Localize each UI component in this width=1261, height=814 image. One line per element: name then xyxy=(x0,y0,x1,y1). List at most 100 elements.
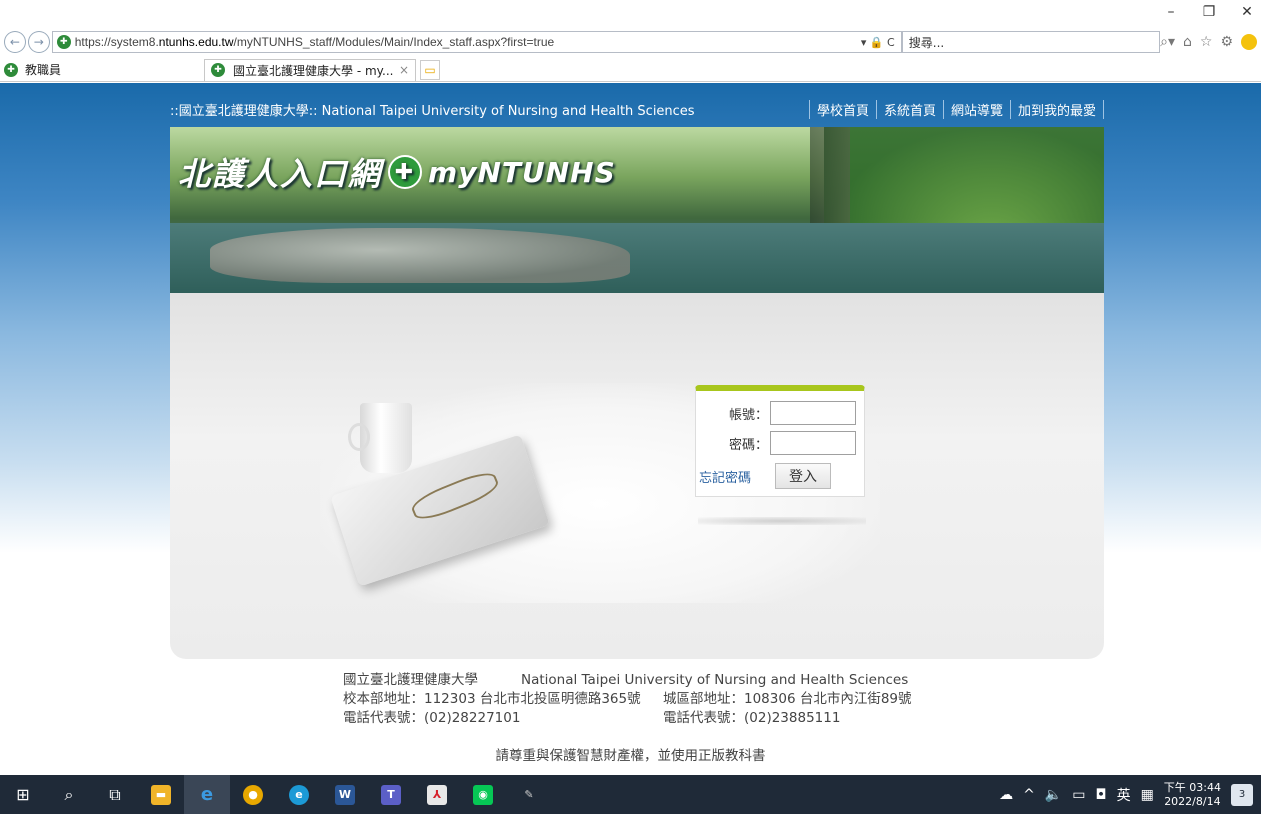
address-row: ← → ✚ https://system8.ntunhs.edu.tw/myNT… xyxy=(4,30,1258,54)
clock[interactable]: 下午 03:44 2022/8/14 xyxy=(1164,781,1221,809)
ime-mode[interactable]: 英 xyxy=(1117,785,1131,805)
new-tab-icon: ▭ xyxy=(424,62,436,77)
keyboard-icon[interactable]: ▦ xyxy=(1141,787,1154,803)
login-button[interactable]: 登入 xyxy=(775,463,831,489)
tab-title: 國立臺北護理健康大學 - my... xyxy=(233,63,394,78)
volume-icon[interactable]: 🔈 xyxy=(1045,787,1062,803)
word-icon: W xyxy=(335,784,355,805)
line-chat-icon: ◉ xyxy=(473,784,493,805)
task-view-button[interactable]: ⧉ xyxy=(92,775,138,814)
password-label: 密碼： xyxy=(728,437,768,453)
url-text: https://system8.ntunhs.edu.tw/myNTUNHS_s… xyxy=(75,35,855,49)
login-form: 帳號： 密碼： 忘記密碼 登入 xyxy=(695,385,865,497)
restore-button[interactable]: ❐ xyxy=(1201,4,1217,20)
start-button[interactable]: ⊞ xyxy=(0,775,46,814)
network-icon[interactable]: ▭ xyxy=(1072,787,1085,803)
close-button[interactable]: ✕ xyxy=(1239,4,1255,20)
account-row: 帳號： xyxy=(696,401,866,425)
school-title: ::國立臺北護理健康大學:: National Taipei Universit… xyxy=(170,103,695,119)
footer-line-name: 國立臺北護理健康大學 National Taipei University of… xyxy=(343,671,963,690)
favorite-item-staff[interactable]: ✚ 教職員 xyxy=(0,61,200,78)
site-favicon-icon: ✚ xyxy=(211,63,225,77)
login-panel: 帳號： 密碼： 忘記密碼 登入 xyxy=(170,293,1104,659)
notification-center-button[interactable]: 3 xyxy=(1231,783,1253,806)
taskbar-acrobat[interactable]: ⅄ xyxy=(414,775,460,814)
clock-date: 2022/8/14 xyxy=(1164,794,1221,808)
gear-icon[interactable]: ⚙ xyxy=(1220,34,1233,50)
footer-phone-main: 電話代表號：(02)28227101 xyxy=(343,710,521,726)
task-view-icon: ⧉ xyxy=(109,784,121,804)
folder-icon: ▬ xyxy=(151,784,171,805)
address-bar[interactable]: ✚ https://system8.ntunhs.edu.tw/myNTUNHS… xyxy=(51,31,902,53)
ie-icon: e xyxy=(200,784,214,805)
copyright-notice: 請尊重與保護智慧財產權，並使用正版教科書 xyxy=(495,748,766,764)
app-tray-icon[interactable]: ◘ xyxy=(1095,787,1106,803)
back-button[interactable]: ← xyxy=(4,31,26,53)
web-page: ::國立臺北護理健康大學:: National Taipei Universit… xyxy=(0,83,1261,775)
taskbar-teams[interactable]: T xyxy=(368,775,414,814)
toolbar-right: ⌕▾ ⌂ ☆ ⚙ xyxy=(1160,34,1258,50)
minimize-button[interactable]: – xyxy=(1163,4,1179,20)
forgot-password-link[interactable]: 忘記密碼 xyxy=(699,467,773,486)
taskbar-paint[interactable]: ✎ xyxy=(506,775,552,814)
banner-logo-text: myNTUNHS xyxy=(428,155,616,189)
forward-button[interactable]: → xyxy=(27,31,50,53)
site-favicon-icon: ✚ xyxy=(4,62,18,77)
password-row: 密碼： xyxy=(696,431,866,455)
pdf-icon: ⅄ xyxy=(427,784,447,805)
footer-name-en: National Taipei University of Nursing an… xyxy=(521,672,909,688)
tab-close-icon[interactable]: × xyxy=(399,63,409,77)
url-path: /myNTUNHS_staff/Modules/Main/Index_staff… xyxy=(233,35,555,49)
feedback-smiley-icon[interactable] xyxy=(1241,34,1258,50)
address-tools[interactable]: ▾ 🔒 C xyxy=(855,36,901,49)
footer: 國立臺北護理健康大學 National Taipei University of… xyxy=(343,671,963,728)
new-tab-button[interactable]: ▭ xyxy=(420,59,440,80)
footer-phone-city: 電話代表號：(02)23885111 xyxy=(663,710,841,726)
footer-name-zh: 國立臺北護理健康大學 xyxy=(343,672,478,688)
back-arrow-icon: ← xyxy=(9,35,20,49)
chrome-icon: ● xyxy=(243,784,263,805)
cross-logo-icon: ✚ xyxy=(388,155,423,189)
search-input[interactable]: 搜尋... xyxy=(901,31,1161,53)
taskbar-edge[interactable]: e xyxy=(276,775,322,814)
search-icon[interactable]: ⌕▾ xyxy=(1160,34,1175,50)
site-header: ::國立臺北護理健康大學:: National Taipei Universit… xyxy=(170,91,1104,127)
footer-address-city: 城區部地址：108306 台北市內江街89號 xyxy=(663,691,912,707)
link-site-map[interactable]: 網站導覽 xyxy=(942,99,1010,119)
banner-title-text: 北護人入口網 xyxy=(178,155,383,193)
search-placeholder: 搜尋... xyxy=(908,35,945,50)
mug-illustration xyxy=(348,403,412,473)
show-hidden-icons-icon[interactable]: ^ xyxy=(1023,787,1035,803)
favorites-star-icon[interactable]: ☆ xyxy=(1200,34,1213,50)
account-input[interactable] xyxy=(770,401,856,425)
link-school-home[interactable]: 學校首頁 xyxy=(808,99,876,119)
site-favicon-icon: ✚ xyxy=(56,35,71,49)
url-prefix: https://system8. xyxy=(74,35,159,49)
url-domain: ntunhs.edu.tw xyxy=(158,35,234,49)
account-label: 帳號： xyxy=(728,407,768,423)
banner: 北護人入口網 ✚ myNTUNHS xyxy=(170,127,1104,293)
banner-rocks xyxy=(210,228,630,283)
taskbar-internet-explorer[interactable]: e xyxy=(184,775,230,814)
taskbar-file-explorer[interactable]: ▬ xyxy=(138,775,184,814)
forward-arrow-icon: → xyxy=(33,35,44,49)
taskbar-word[interactable]: W xyxy=(322,775,368,814)
tab-active[interactable]: ✚ 國立臺北護理健康大學 - my... × xyxy=(204,58,416,81)
password-input[interactable] xyxy=(770,431,856,455)
taskbar-chrome[interactable]: ● xyxy=(230,775,276,814)
notification-count: 3 xyxy=(1238,789,1246,800)
link-system-home[interactable]: 系統首頁 xyxy=(875,99,943,119)
home-icon[interactable]: ⌂ xyxy=(1183,34,1192,50)
login-form-shadow xyxy=(698,517,866,525)
edge-icon: e xyxy=(289,784,309,805)
taskbar: ⊞ ⌕ ⧉ ▬ e ● e W T ⅄ ◉ ✎ ☁ ^ 🔈 ▭ ◘ 英 ▦ 下午… xyxy=(0,775,1261,814)
search-icon: ⌕ xyxy=(64,784,74,804)
link-add-favorites[interactable]: 加到我的最愛 xyxy=(1009,99,1104,119)
onedrive-icon[interactable]: ☁ xyxy=(999,787,1013,803)
taskbar-search-button[interactable]: ⌕ xyxy=(46,775,92,814)
favorite-label: 教職員 xyxy=(25,63,62,77)
tab-row: ✚ 教職員 ✚ 國立臺北護理健康大學 - my... × ▭ xyxy=(0,58,1261,82)
taskbar-line[interactable]: ◉ xyxy=(460,775,506,814)
window-controls: – ❐ ✕ xyxy=(1163,4,1255,20)
paint-icon: ✎ xyxy=(524,788,534,801)
